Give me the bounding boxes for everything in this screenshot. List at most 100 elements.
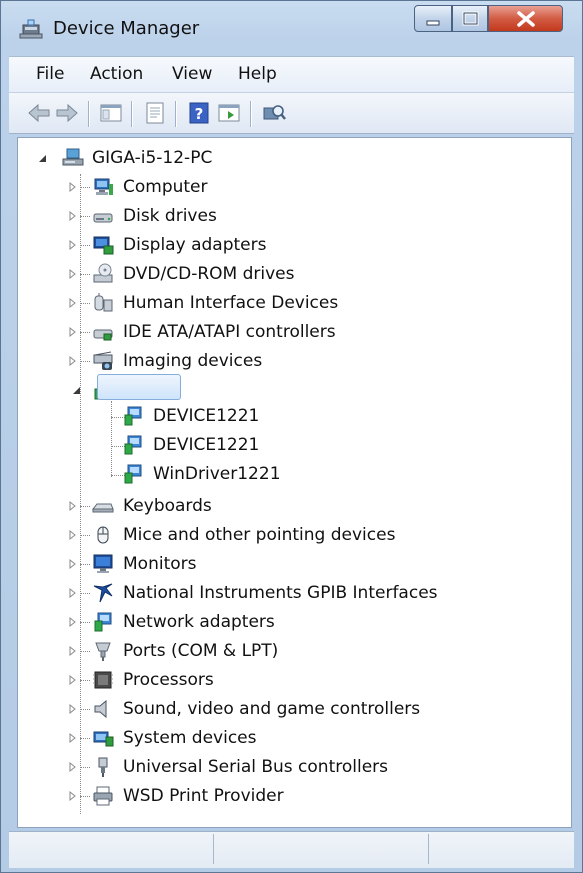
scan-hardware-icon[interactable] [261, 101, 287, 125]
expand-arrow-icon[interactable] [68, 675, 77, 685]
menu-help[interactable]: Help [238, 64, 277, 84]
minimize-button[interactable] [414, 5, 452, 32]
tree-line [80, 506, 90, 508]
tree-category-row[interactable]: Monitors [18, 551, 558, 577]
expand-arrow-icon[interactable] [68, 646, 77, 656]
tree-category-row[interactable]: Processors [18, 667, 558, 693]
tree-child-row[interactable]: DEVICE1221 [18, 432, 558, 458]
tree-root[interactable]: GIGA-i5-12-PC [18, 145, 558, 171]
menu-action[interactable]: Action [90, 64, 143, 84]
expand-arrow-icon[interactable] [68, 791, 77, 801]
tree-category-row[interactable]: National Instruments GPIB Interfaces [18, 580, 558, 606]
tree-category-label: IDE ATA/ATAPI controllers [123, 322, 336, 342]
ni-gpib-icon [92, 582, 114, 604]
tree-line [80, 680, 90, 682]
monitor-icon [92, 553, 114, 575]
expand-arrow-icon[interactable] [68, 617, 77, 627]
usb-icon [92, 756, 114, 778]
collapse-arrow-icon[interactable] [72, 385, 81, 395]
tree-category-label: Mice and other pointing devices [123, 525, 396, 545]
tree-line [80, 651, 90, 653]
processor-icon [92, 669, 114, 691]
tree-line [80, 796, 90, 798]
tree-category-row[interactable]: Ports (COM & LPT) [18, 638, 558, 664]
expand-arrow-icon[interactable] [68, 588, 77, 598]
tree-category-row[interactable]: Display adapters [18, 232, 558, 258]
tree-category-row[interactable]: DVD/CD-ROM drives [18, 261, 558, 287]
status-bar [9, 831, 574, 868]
tree-category-row[interactable]: Computer [18, 174, 558, 200]
tree-category-row[interactable]: Network adapters [18, 609, 558, 635]
device-tree[interactable]: GIGA-i5-12-PC Computer Disk drives Display… [17, 137, 572, 828]
status-pane [214, 834, 429, 864]
tree-category-label: Ports (COM & LPT) [123, 641, 279, 661]
tree-line [80, 767, 90, 769]
title-bar[interactable]: Device Manager [1, 1, 582, 53]
tree-category-label: Imaging devices [123, 351, 263, 371]
expand-arrow-icon[interactable] [68, 559, 77, 569]
tree-category-label: Network adapters [123, 612, 275, 632]
tree-category-label: Display adapters [123, 235, 267, 255]
collapse-arrow-icon[interactable] [38, 153, 47, 163]
expand-arrow-icon[interactable] [68, 182, 77, 192]
tree-category-row[interactable]: Sound, video and game controllers [18, 696, 558, 722]
dvd-drive-icon [92, 263, 114, 285]
expand-arrow-icon[interactable] [68, 733, 77, 743]
computer-icon [92, 176, 114, 198]
tree-category-label: Disk drives [123, 206, 217, 226]
toolbar-separator [88, 101, 90, 127]
keyboard-icon [91, 495, 114, 517]
svg-text:?: ? [195, 105, 204, 123]
tree-category-row[interactable]: IDE ATA/ATAPI controllers [18, 319, 558, 345]
expand-arrow-icon[interactable] [68, 269, 77, 279]
close-button[interactable] [488, 5, 563, 32]
tree-category-label: Sound, video and game controllers [123, 699, 421, 719]
tree-category-label: System devices [123, 728, 257, 748]
tree-category-label: Keyboards [123, 496, 212, 516]
expand-arrow-icon[interactable] [68, 240, 77, 250]
tree-category-row[interactable]: Keyboards [18, 493, 558, 519]
menu-view[interactable]: View [172, 64, 212, 84]
forward-arrow-icon[interactable] [54, 101, 80, 125]
tree-category-row[interactable]: Disk drives [18, 203, 558, 229]
toolbar: ? [9, 92, 574, 134]
tree-child-row[interactable]: DEVICE1221 [18, 403, 558, 429]
printer-icon [92, 785, 114, 807]
menu-file[interactable]: File [36, 64, 64, 84]
back-arrow-icon[interactable] [26, 101, 52, 125]
tree-category-label: National Instruments GPIB Interfaces [123, 583, 438, 603]
menu-bar: File Action View Help [9, 56, 574, 93]
expand-arrow-icon[interactable] [68, 704, 77, 714]
tree-category-row[interactable]: System devices [18, 725, 558, 751]
tree-category-row[interactable]: Human Interface Devices [18, 290, 558, 316]
update-driver-icon[interactable] [216, 101, 242, 125]
expand-arrow-icon[interactable] [68, 356, 77, 366]
tree-child-row[interactable]: WinDriver1221 [18, 461, 558, 487]
minimize-icon [426, 20, 440, 26]
tree-line [80, 535, 90, 537]
network-adapter-icon [92, 611, 114, 633]
tree-category-label: DVD/CD-ROM drives [123, 264, 295, 284]
mouse-icon [92, 524, 114, 546]
properties-icon[interactable] [142, 101, 168, 125]
expand-arrow-icon[interactable] [68, 327, 77, 337]
tree-category-row[interactable]: Imaging devices [18, 348, 558, 374]
expand-arrow-icon[interactable] [68, 530, 77, 540]
maximize-button[interactable] [452, 5, 488, 32]
hid-icon [92, 292, 114, 314]
toolbar-separator [131, 101, 133, 127]
tree-category-row[interactable]: WSD Print Provider [18, 783, 558, 809]
display-adapter-icon [92, 234, 114, 256]
disk-drive-icon [92, 205, 114, 227]
expand-arrow-icon[interactable] [68, 298, 77, 308]
help-icon[interactable]: ? [186, 101, 212, 125]
tree-category-label: Processors [123, 670, 214, 690]
expand-arrow-icon[interactable] [68, 211, 77, 221]
tree-category-row[interactable]: Universal Serial Bus controllers [18, 754, 558, 780]
tree-line [80, 187, 90, 189]
show-hide-tree-icon[interactable] [98, 101, 124, 125]
expand-arrow-icon[interactable] [68, 501, 77, 511]
tree-root-label: GIGA-i5-12-PC [92, 148, 213, 168]
tree-category-row[interactable]: Mice and other pointing devices [18, 522, 558, 548]
expand-arrow-icon[interactable] [68, 762, 77, 772]
